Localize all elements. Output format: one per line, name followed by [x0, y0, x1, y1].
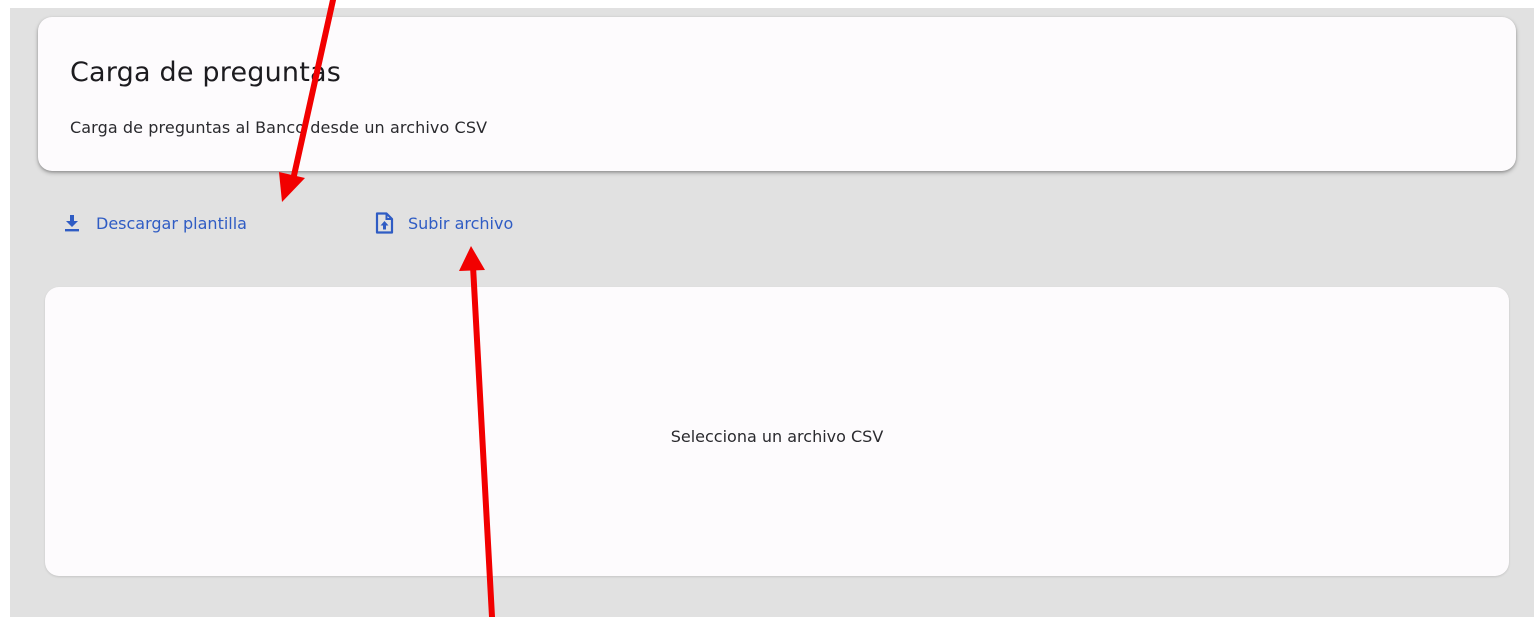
- upload-file-label: Subir archivo: [408, 213, 514, 233]
- file-preview-area: Selecciona un archivo CSV: [45, 287, 1509, 576]
- page-subtitle: Carga de preguntas al Banco desde un arc…: [70, 118, 488, 137]
- upload-file-button[interactable]: Subir archivo: [374, 206, 513, 240]
- file-upload-icon: [374, 212, 394, 234]
- download-icon: [62, 213, 82, 233]
- header-card: Carga de preguntas Carga de preguntas al…: [38, 17, 1516, 171]
- select-file-message: Selecciona un archivo CSV: [670, 427, 884, 446]
- page-title: Carga de preguntas: [70, 57, 342, 88]
- download-template-button[interactable]: Descargar plantilla: [62, 206, 247, 240]
- page: Carga de preguntas Carga de preguntas al…: [0, 0, 1534, 617]
- download-template-label: Descargar plantilla: [96, 213, 247, 233]
